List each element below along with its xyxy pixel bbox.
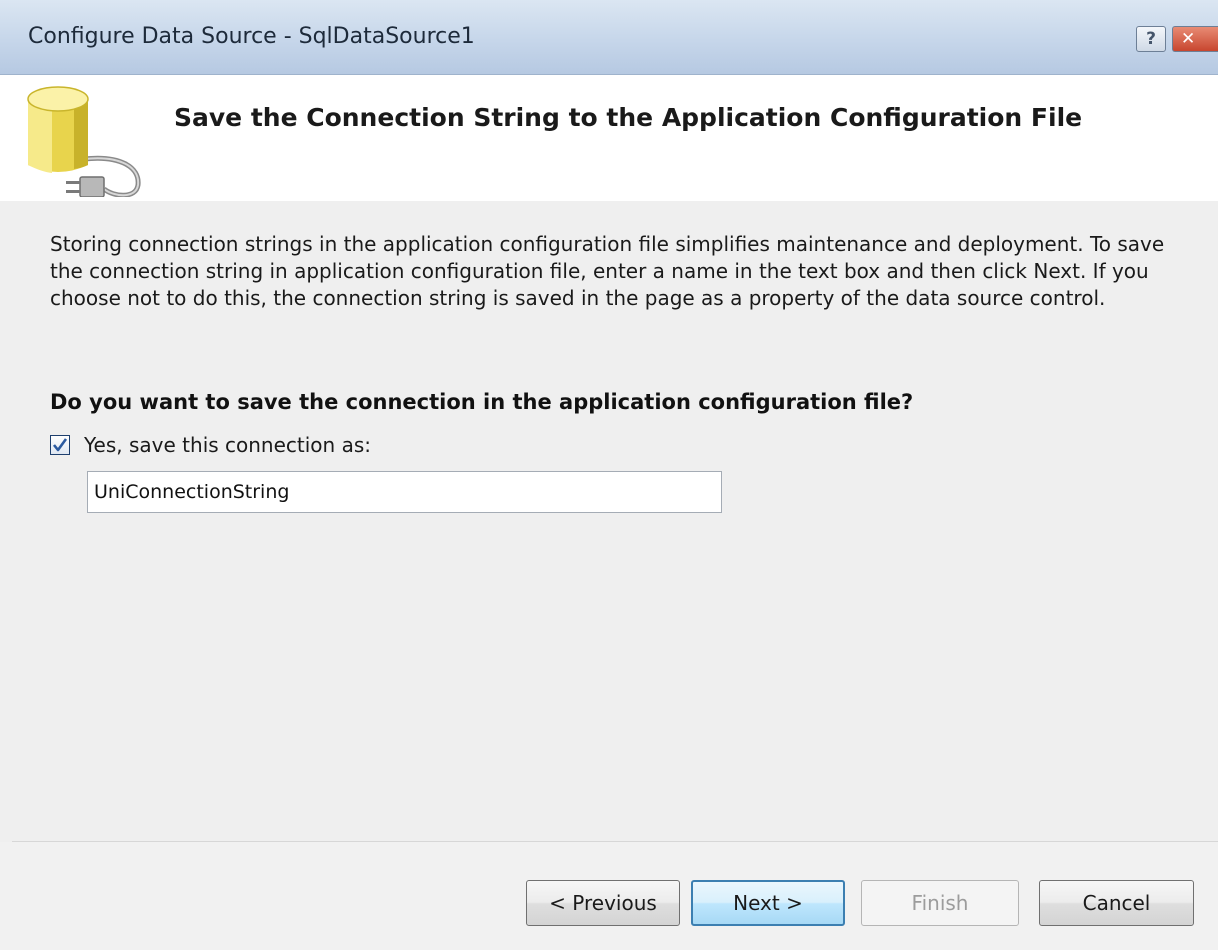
close-icon: ✕ xyxy=(1181,29,1196,49)
wizard-header: Save the Connection String to the Applic… xyxy=(0,75,1218,201)
help-icon: ? xyxy=(1146,29,1156,49)
wizard-footer: < Previous Next > Finish Cancel xyxy=(0,842,1218,950)
previous-button[interactable]: < Previous xyxy=(526,880,680,926)
wizard-content: Storing connection strings in the applic… xyxy=(0,201,1218,841)
configure-data-source-dialog: Configure Data Source - SqlDataSource1 ?… xyxy=(0,0,1218,950)
next-button[interactable]: Next > xyxy=(691,880,845,926)
finish-button[interactable]: Finish xyxy=(861,880,1019,926)
save-connection-option[interactable]: Yes, save this connection as: xyxy=(50,433,371,457)
database-plug-icon xyxy=(27,86,141,197)
cancel-button[interactable]: Cancel xyxy=(1039,880,1194,926)
checkmark-icon xyxy=(52,438,68,452)
page-title: Save the Connection String to the Applic… xyxy=(174,103,1083,132)
description-text: Storing connection strings in the applic… xyxy=(50,232,1165,310)
save-question-label: Do you want to save the connection in th… xyxy=(50,390,914,414)
title-bar[interactable]: Configure Data Source - SqlDataSource1 ?… xyxy=(0,0,1218,75)
connection-name-input[interactable] xyxy=(87,471,722,513)
close-button[interactable]: ✕ xyxy=(1172,26,1218,52)
save-connection-checkbox[interactable] xyxy=(50,435,70,455)
save-connection-label: Yes, save this connection as: xyxy=(84,433,371,457)
window-title: Configure Data Source - SqlDataSource1 xyxy=(28,24,475,49)
help-button[interactable]: ? xyxy=(1136,26,1166,52)
